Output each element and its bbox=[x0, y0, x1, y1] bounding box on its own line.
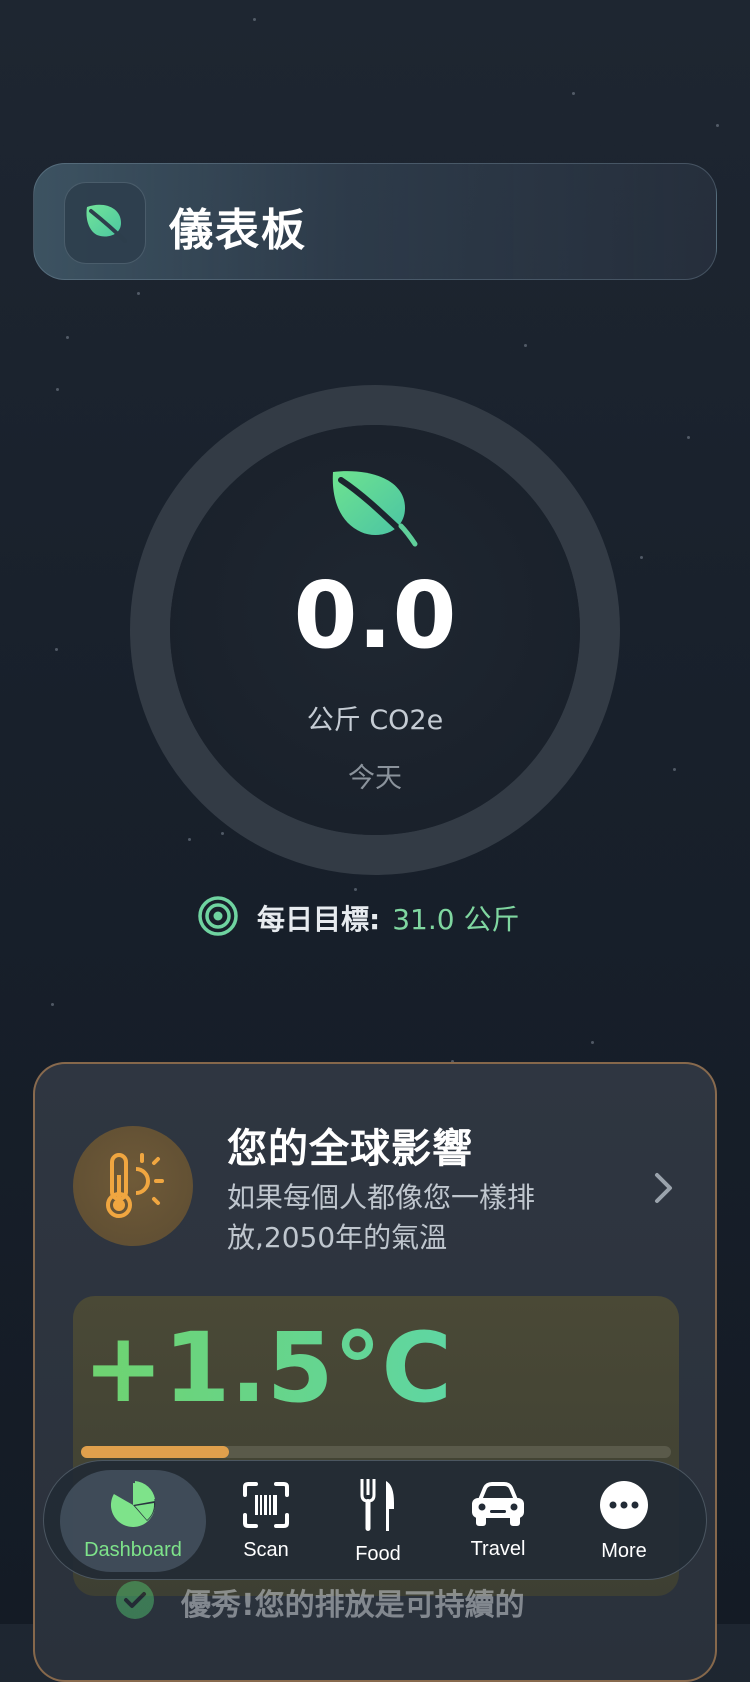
tab-dashboard[interactable]: Dashboard bbox=[60, 1470, 206, 1572]
leaf-icon bbox=[64, 182, 146, 264]
check-circle-icon bbox=[115, 1580, 155, 1624]
tab-label: Food bbox=[355, 1542, 401, 1565]
more-icon bbox=[599, 1480, 649, 1534]
star-decoration bbox=[640, 556, 643, 559]
car-icon bbox=[470, 1481, 526, 1532]
target-icon bbox=[197, 895, 239, 941]
star-decoration bbox=[221, 832, 224, 835]
thermometer-sun-icon bbox=[73, 1126, 193, 1246]
chevron-right-icon[interactable] bbox=[653, 1172, 675, 1208]
daily-goal: 每日目標: 31.0 公斤 bbox=[197, 895, 519, 941]
daily-goal-label: 每日目標: bbox=[257, 903, 381, 936]
leaf-icon bbox=[331, 470, 419, 552]
page-header: 儀表板 bbox=[33, 163, 717, 280]
star-decoration bbox=[572, 92, 575, 95]
projected-temperature: +1.5°C bbox=[83, 1312, 452, 1424]
temperature-progress-track bbox=[81, 1446, 671, 1458]
star-decoration bbox=[687, 436, 690, 439]
global-impact-card[interactable]: 您的全球影響 如果每個人都像您一樣排放,2050年的氣溫 +1.5°C 優秀!您… bbox=[33, 1062, 717, 1682]
star-decoration bbox=[66, 336, 69, 339]
star-decoration bbox=[56, 388, 59, 391]
barcode-scan-icon bbox=[242, 1481, 290, 1533]
star-decoration bbox=[354, 888, 357, 891]
tab-label: Travel bbox=[470, 1537, 526, 1560]
tab-label: Dashboard bbox=[84, 1538, 182, 1561]
today-period-label: 今天 bbox=[348, 763, 402, 794]
sustainability-status: 優秀!您的排放是可持續的 bbox=[115, 1580, 525, 1624]
star-decoration bbox=[253, 18, 256, 21]
tab-label: Scan bbox=[243, 1538, 289, 1561]
star-decoration bbox=[51, 1003, 54, 1006]
impact-description: 如果每個人都像您一樣排放,2050年的氣溫 bbox=[227, 1181, 536, 1254]
tab-scan[interactable]: Scan bbox=[216, 1461, 316, 1581]
status-text: 優秀!您的排放是可持續的 bbox=[181, 1588, 525, 1623]
star-decoration bbox=[524, 344, 527, 347]
tab-food[interactable]: Food bbox=[328, 1461, 428, 1581]
fork-knife-icon bbox=[358, 1477, 398, 1537]
star-decoration bbox=[591, 1041, 594, 1044]
daily-goal-value: 31.0 公斤 bbox=[392, 903, 520, 936]
today-emissions-value: 0.0 bbox=[293, 562, 457, 669]
temperature-progress-fill bbox=[81, 1446, 229, 1458]
impact-title: 您的全球影響 bbox=[227, 1126, 473, 1172]
star-decoration bbox=[137, 292, 140, 295]
today-emissions-unit: 公斤 CO2e bbox=[306, 705, 444, 736]
tab-travel[interactable]: Travel bbox=[448, 1461, 548, 1581]
star-decoration bbox=[716, 124, 719, 127]
tab-more[interactable]: More bbox=[574, 1461, 674, 1581]
tab-label: More bbox=[601, 1539, 647, 1562]
bottom-tab-bar: Dashboard Scan Food Travel More bbox=[43, 1460, 707, 1580]
star-decoration bbox=[188, 838, 191, 841]
pie-chart-icon bbox=[109, 1480, 157, 1533]
page-title: 儀表板 bbox=[169, 205, 307, 256]
